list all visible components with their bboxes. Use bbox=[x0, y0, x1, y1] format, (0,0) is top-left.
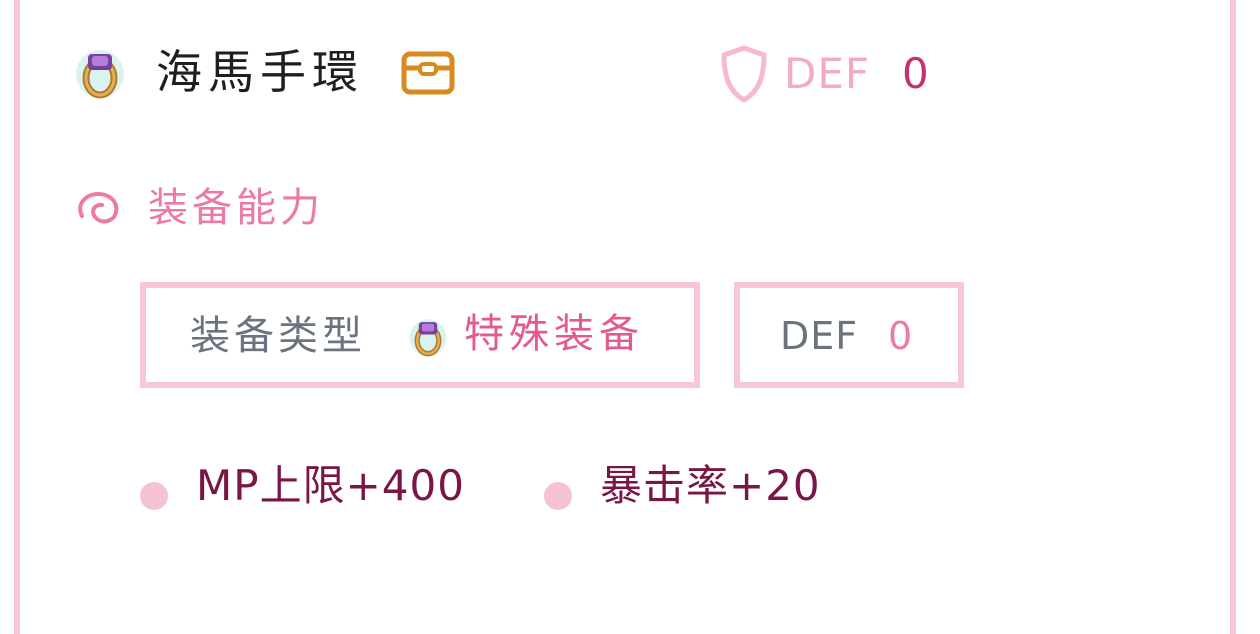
def-box-value: 0 bbox=[888, 314, 913, 358]
ring-icon bbox=[76, 50, 124, 99]
spiral-icon bbox=[78, 191, 119, 224]
ring-icon bbox=[409, 319, 447, 357]
bonus-crit: 暴击率+20 bbox=[600, 461, 821, 510]
section-title: 装备能力 bbox=[148, 185, 324, 231]
equip-type-label: 装备类型 bbox=[190, 313, 366, 359]
bullet-dot bbox=[544, 482, 572, 510]
def-label: DEF bbox=[784, 49, 871, 98]
item-name: 海馬手環 bbox=[156, 45, 364, 99]
equip-type-value: 特殊装备 bbox=[464, 311, 644, 357]
def-value: 0 bbox=[902, 49, 929, 98]
shield-icon bbox=[721, 45, 767, 103]
bonus-mp: MP上限+400 bbox=[196, 461, 465, 510]
def-box-label: DEF bbox=[780, 314, 859, 358]
bullet-dot bbox=[140, 482, 168, 510]
bag-icon[interactable] bbox=[400, 50, 456, 96]
